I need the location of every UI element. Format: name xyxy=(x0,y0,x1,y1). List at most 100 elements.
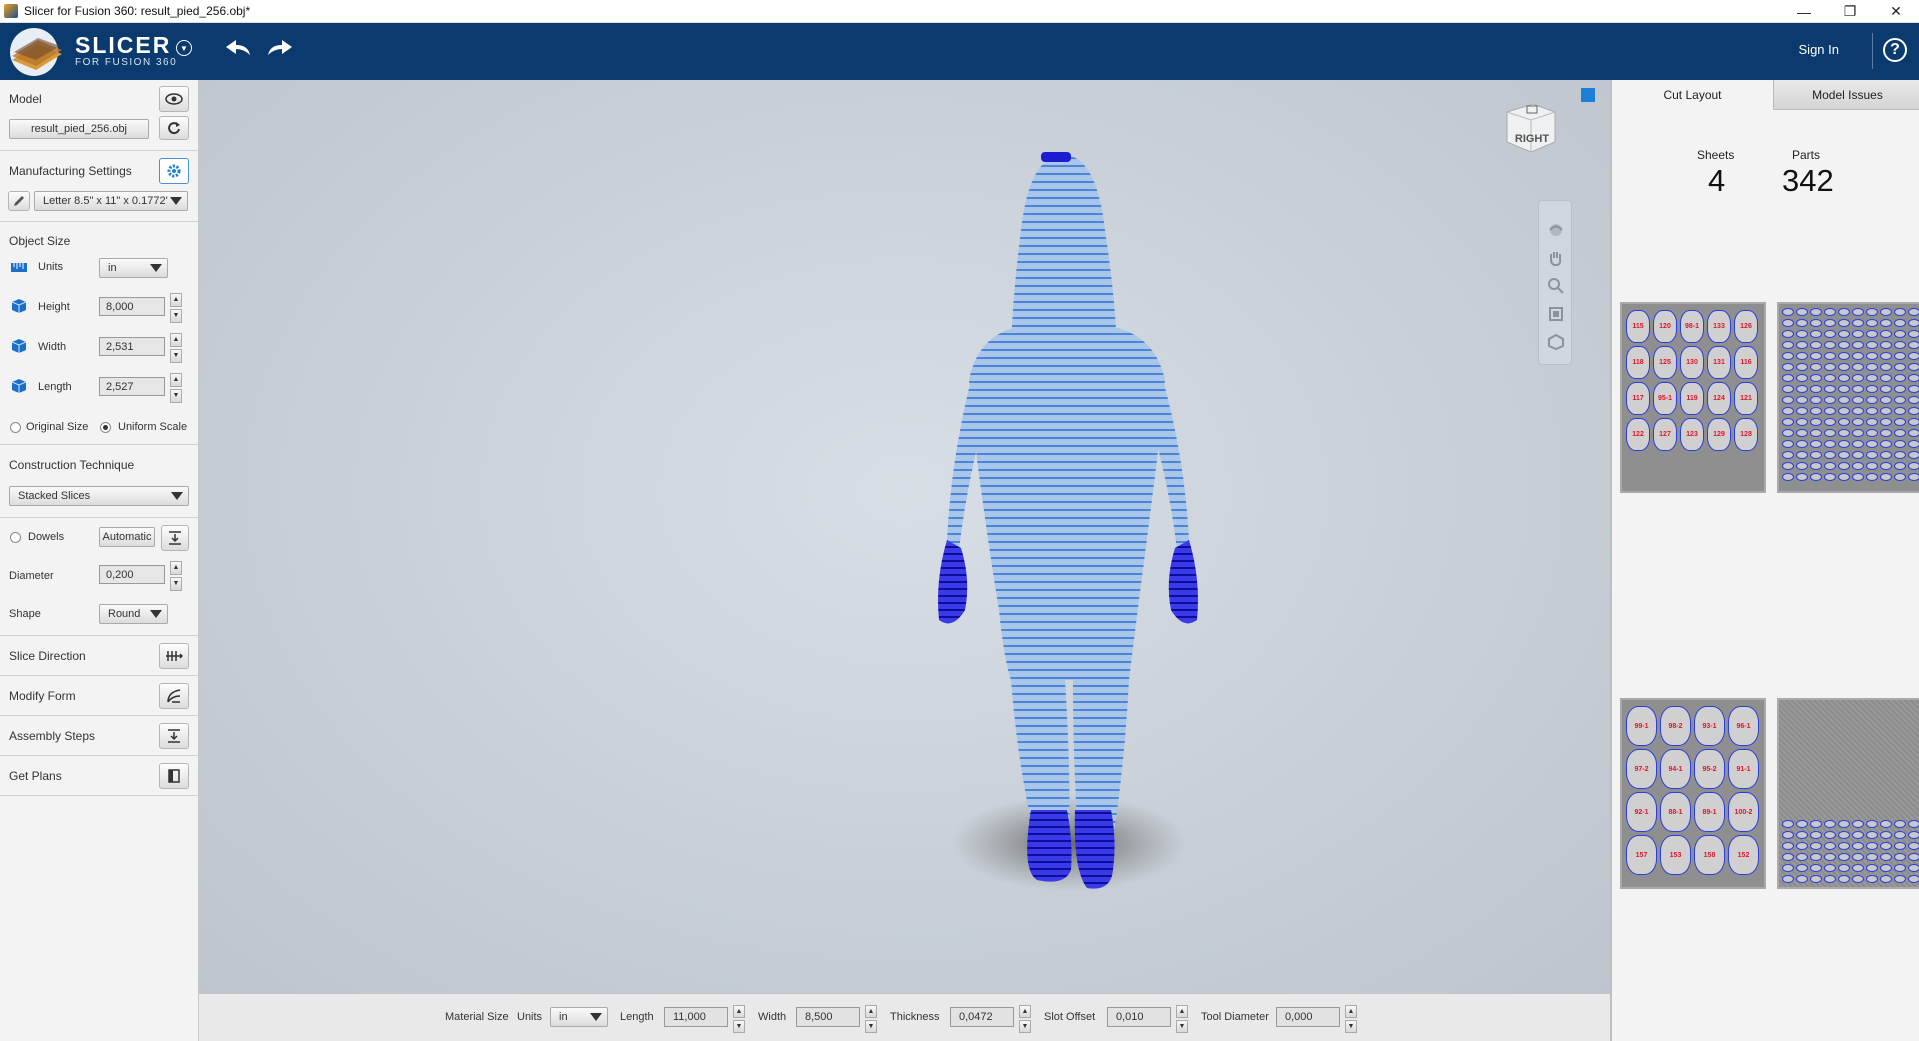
decrement-icon[interactable]: ▼ xyxy=(170,309,182,323)
thickness-stepper[interactable]: ▲ ▼ xyxy=(1019,1005,1031,1033)
app-menu-dropdown-icon[interactable]: ▼ xyxy=(176,40,192,56)
sign-in-link[interactable]: Sign In xyxy=(1799,42,1839,57)
uniform-scale-radio[interactable] xyxy=(100,422,111,433)
cut-part: 118 xyxy=(1626,346,1650,379)
view-cube[interactable]: RIGHT xyxy=(1501,98,1559,156)
increment-icon[interactable]: ▲ xyxy=(865,1005,877,1018)
sheet-length-stepper[interactable]: ▲ ▼ xyxy=(733,1005,745,1033)
decrement-icon[interactable]: ▼ xyxy=(170,577,182,591)
material-preset-select[interactable]: Letter 8.5" x 11" x 0.1772' xyxy=(34,191,188,211)
home-view-icon[interactable] xyxy=(1547,333,1565,351)
cut-part xyxy=(1894,853,1906,861)
minimize-button[interactable]: — xyxy=(1781,0,1827,23)
increment-icon[interactable]: ▲ xyxy=(170,561,182,575)
close-window-button[interactable]: ✕ xyxy=(1873,0,1919,23)
sheet-width-input[interactable]: 8,500 xyxy=(796,1007,860,1027)
sheet-length-input[interactable]: 11,000 xyxy=(664,1007,728,1027)
units-select[interactable]: in xyxy=(99,258,168,278)
tool-diameter-stepper[interactable]: ▲ ▼ xyxy=(1345,1005,1357,1033)
slot-offset-stepper[interactable]: ▲ ▼ xyxy=(1176,1005,1188,1033)
maximize-button[interactable]: ❐ xyxy=(1827,0,1873,23)
slot-offset-input[interactable]: 0,010 xyxy=(1107,1007,1171,1027)
length-input[interactable]: 2,527 xyxy=(99,377,165,396)
width-stepper[interactable]: ▲ ▼ xyxy=(170,333,182,363)
cut-part xyxy=(1866,853,1878,861)
expand-panel-icon[interactable] xyxy=(1581,88,1595,102)
redo-icon[interactable] xyxy=(264,37,296,61)
diameter-stepper[interactable]: ▲ ▼ xyxy=(170,561,182,591)
cut-part xyxy=(1824,385,1836,393)
width-input[interactable]: 2,531 xyxy=(99,337,165,356)
tab-model-issues[interactable]: Model Issues xyxy=(1773,80,1919,110)
decrement-icon[interactable]: ▼ xyxy=(170,349,182,363)
increment-icon[interactable]: ▲ xyxy=(1345,1005,1357,1018)
construction-technique-select[interactable]: Stacked Slices xyxy=(9,486,189,506)
assembly-steps-icon[interactable] xyxy=(159,723,189,749)
decrement-icon[interactable]: ▼ xyxy=(1176,1020,1188,1033)
slice-direction-icon[interactable] xyxy=(159,643,189,669)
3d-viewport[interactable]: RIGHT xyxy=(199,80,1610,993)
decrement-icon[interactable]: ▼ xyxy=(733,1020,745,1033)
dowels-checkbox[interactable] xyxy=(10,532,21,543)
zoom-icon[interactable] xyxy=(1547,277,1565,295)
refresh-icon[interactable] xyxy=(159,116,189,140)
cut-part xyxy=(1838,820,1850,828)
increment-icon[interactable]: ▲ xyxy=(1019,1005,1031,1018)
cut-part xyxy=(1908,330,1919,338)
bottom-units-select[interactable]: in xyxy=(550,1007,608,1027)
increment-icon[interactable]: ▲ xyxy=(733,1005,745,1018)
original-size-radio[interactable] xyxy=(10,422,21,433)
material-size-bar: Material Size Units in Length 11,000 ▲ ▼ … xyxy=(199,993,1610,1041)
modify-form-label[interactable]: Modify Form xyxy=(9,689,76,703)
dowel-placement-icon[interactable] xyxy=(161,525,189,551)
cut-sheet-3[interactable]: 99-1 98-2 93-1 96-1 97-2 94-1 95-2 91-1 92-1 88-1… xyxy=(1620,698,1766,889)
cut-part xyxy=(1838,875,1850,883)
decrement-icon[interactable]: ▼ xyxy=(865,1020,877,1033)
cut-part xyxy=(1880,462,1892,470)
decrement-icon[interactable]: ▼ xyxy=(170,389,182,403)
cut-sheet-2[interactable] xyxy=(1777,302,1919,493)
cut-part xyxy=(1880,319,1892,327)
get-plans-icon[interactable] xyxy=(159,763,189,789)
undo-icon[interactable] xyxy=(222,37,254,61)
increment-icon[interactable]: ▲ xyxy=(170,333,182,347)
visibility-eye-icon[interactable] xyxy=(159,86,189,112)
cut-part xyxy=(1796,363,1808,371)
height-stepper[interactable]: ▲ ▼ xyxy=(170,293,182,323)
cut-part xyxy=(1810,429,1822,437)
decrement-icon[interactable]: ▼ xyxy=(1345,1020,1357,1033)
get-plans-label[interactable]: Get Plans xyxy=(9,769,62,783)
cut-part xyxy=(1782,418,1794,426)
cut-part xyxy=(1908,308,1919,316)
decrement-icon[interactable]: ▼ xyxy=(1019,1020,1031,1033)
cut-sheet-4[interactable] xyxy=(1777,698,1919,889)
modify-form-icon[interactable] xyxy=(159,683,189,709)
help-icon[interactable]: ? xyxy=(1883,38,1907,62)
edit-pencil-icon[interactable] xyxy=(8,191,30,211)
zoom-fit-icon[interactable] xyxy=(1547,305,1565,323)
tab-cut-layout[interactable]: Cut Layout xyxy=(1612,80,1773,110)
thickness-input[interactable]: 0,0472 xyxy=(950,1007,1014,1027)
model-file-button[interactable]: result_pied_256.obj xyxy=(9,119,149,139)
cut-part: 100-2 xyxy=(1728,792,1759,832)
diameter-input[interactable]: 0,200 xyxy=(99,565,165,584)
sheet-width-stepper[interactable]: ▲ ▼ xyxy=(865,1005,877,1033)
shape-select[interactable]: Round xyxy=(99,604,168,624)
tool-diameter-input[interactable]: 0,000 xyxy=(1276,1007,1340,1027)
cut-sheet-1[interactable]: 115 120 98-1 133 126 118 125 130 131 116 117 95-1 11… xyxy=(1620,302,1766,493)
length-stepper[interactable]: ▲ ▼ xyxy=(170,373,182,403)
settings-gear-icon[interactable] xyxy=(159,158,189,184)
increment-icon[interactable]: ▲ xyxy=(170,373,182,387)
pan-hand-icon[interactable] xyxy=(1547,249,1565,267)
dowels-automatic-button[interactable]: Automatic xyxy=(99,527,155,547)
cut-part xyxy=(1866,385,1878,393)
height-input[interactable]: 8,000 xyxy=(99,297,165,316)
assembly-steps-label[interactable]: Assembly Steps xyxy=(9,729,95,743)
cut-part xyxy=(1880,864,1892,872)
cut-part xyxy=(1824,319,1836,327)
orbit-icon[interactable] xyxy=(1547,221,1565,239)
cut-part xyxy=(1810,352,1822,360)
increment-icon[interactable]: ▲ xyxy=(1176,1005,1188,1018)
increment-icon[interactable]: ▲ xyxy=(170,293,182,307)
slice-direction-label[interactable]: Slice Direction xyxy=(9,649,86,663)
